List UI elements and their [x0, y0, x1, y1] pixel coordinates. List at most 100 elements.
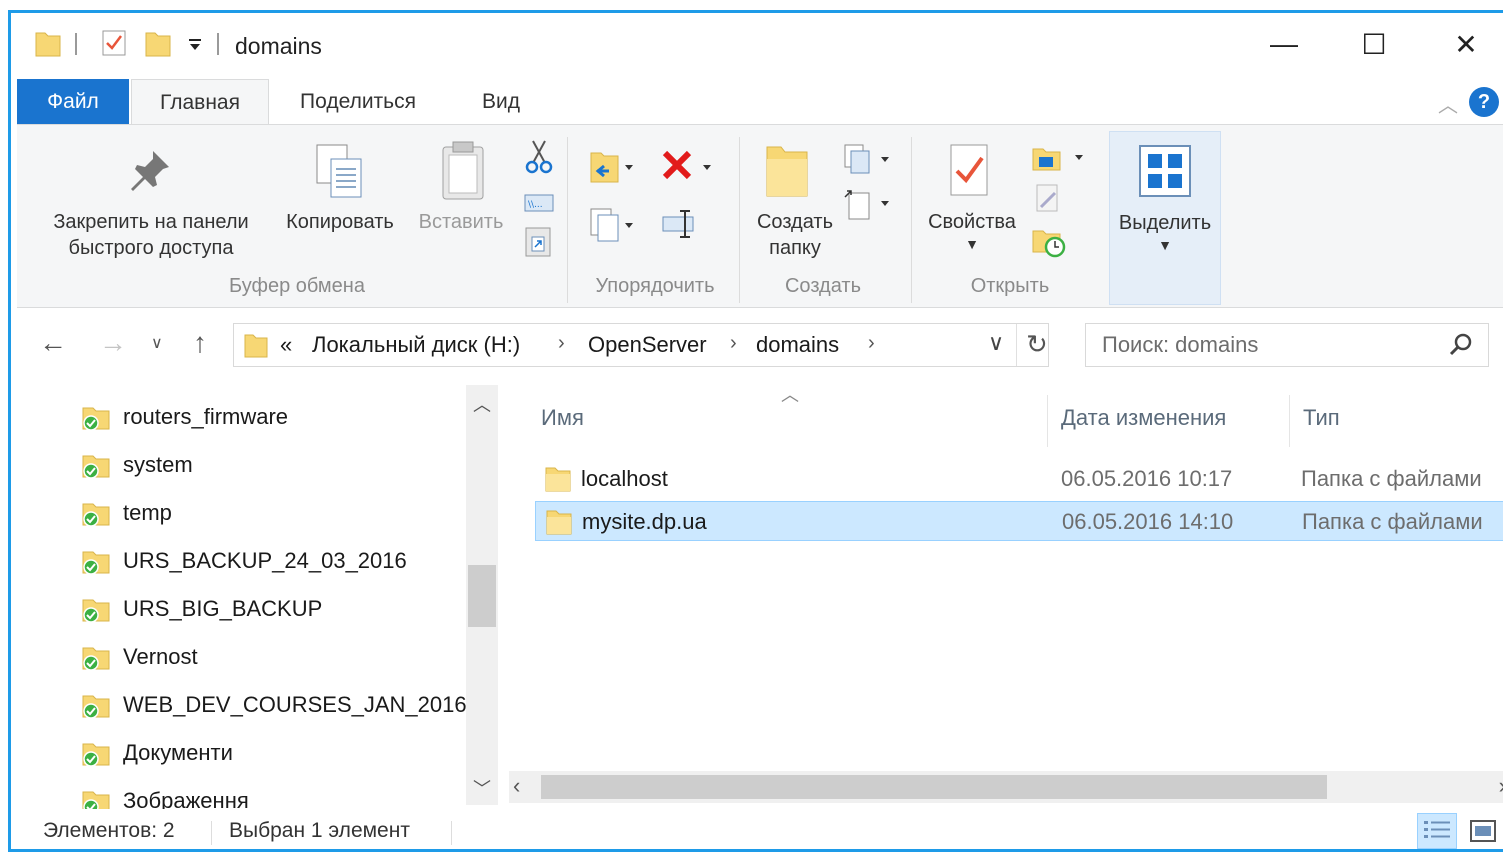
- scroll-up-icon[interactable]: ︿: [466, 391, 498, 417]
- select-group[interactable]: Выделить ▼: [1109, 131, 1221, 305]
- copy-button[interactable]: Копировать: [273, 209, 407, 235]
- nav-tree-item[interactable]: Vernost: [81, 637, 198, 677]
- nav-tree-item[interactable]: system: [81, 445, 193, 485]
- paste-button[interactable]: Вставить: [411, 209, 511, 235]
- horizontal-scrollbar[interactable]: ‹ ›: [509, 771, 1503, 803]
- file-row[interactable]: mysite.dp.ua 06.05.2016 14:10 Папка с файл…: [535, 501, 1503, 541]
- navigation-pane: routers_firmwaresystem temp URS_BACKUP_24_…: [11, 385, 499, 815]
- help-button[interactable]: ?: [1469, 87, 1499, 117]
- folder-icon[interactable]: [35, 29, 61, 57]
- file-list: ︿ Имя Дата изменения Тип localhost 06.05.…: [507, 375, 1503, 815]
- history-icon[interactable]: [1031, 225, 1067, 259]
- close-button[interactable]: ✕: [1429, 21, 1503, 67]
- scroll-down-icon[interactable]: ﹀: [466, 775, 498, 801]
- pin-quick-access-button[interactable]: Закрепить на панели быстрого доступа: [33, 209, 269, 261]
- breadcrumb-overflow[interactable]: «: [280, 332, 292, 358]
- easy-access-icon[interactable]: [843, 187, 893, 221]
- nav-vertical-scrollbar[interactable]: ︿ ﹀: [466, 385, 498, 805]
- rename-icon[interactable]: [661, 207, 701, 241]
- tab-share[interactable]: Поделиться: [283, 79, 433, 125]
- file-type: Папка с файлами: [1302, 509, 1483, 534]
- synced-folder-icon: [82, 695, 110, 719]
- file-row[interactable]: localhost 06.05.2016 10:17 Папка с файлами: [535, 459, 1503, 499]
- minimize-button[interactable]: —: [1247, 21, 1321, 67]
- delete-icon[interactable]: [661, 149, 715, 187]
- address-dropdown-icon[interactable]: ∨: [988, 330, 1004, 356]
- large-icons-view-button[interactable]: [1463, 813, 1503, 849]
- copy-to-icon[interactable]: [589, 205, 635, 245]
- scroll-right-icon[interactable]: ›: [1499, 773, 1503, 799]
- new-item-icon[interactable]: [843, 143, 893, 177]
- open-icon[interactable]: [1031, 143, 1087, 173]
- nav-tree-item[interactable]: Документи: [81, 733, 233, 773]
- pin-label-line1: Закрепить на панели: [53, 211, 249, 233]
- select-icon: [1139, 145, 1191, 197]
- clipboard-group-label: Буфер обмена: [229, 275, 365, 297]
- new-folder-button[interactable]: Создать папку: [739, 209, 851, 261]
- folder-icon: [545, 467, 571, 492]
- move-to-icon[interactable]: [589, 147, 635, 187]
- edit-icon[interactable]: [1031, 183, 1065, 215]
- details-view-button[interactable]: [1417, 813, 1457, 849]
- column-header-date[interactable]: Дата изменения: [1061, 405, 1226, 431]
- pin-icon[interactable]: [125, 147, 173, 195]
- customize-toolbar-icon[interactable]: [187, 37, 203, 53]
- properties-icon[interactable]: [947, 141, 991, 199]
- breadcrumb-separator[interactable]: ›: [868, 332, 875, 355]
- nav-tree-item[interactable]: WEB_DEV_COURSES_JAN_2016: [81, 685, 467, 725]
- file-type: Папка с файлами: [1301, 466, 1482, 491]
- paste-shortcut-icon[interactable]: [523, 225, 553, 259]
- column-divider[interactable]: [1289, 395, 1290, 447]
- column-divider[interactable]: [1047, 395, 1048, 447]
- collapse-ribbon-icon[interactable]: ︿: [1438, 89, 1458, 118]
- new-folder-label-line2: папку: [769, 237, 821, 259]
- nav-tree-item[interactable]: URS_BACKUP_24_03_2016: [81, 541, 407, 581]
- properties-check-icon[interactable]: [101, 29, 127, 57]
- scroll-thumb[interactable]: [468, 565, 496, 627]
- column-header-name[interactable]: Имя: [541, 405, 584, 431]
- nav-item-label: URS_BIG_BACKUP: [123, 596, 323, 621]
- synced-folder-icon: [82, 599, 110, 623]
- new-folder-icon[interactable]: [145, 29, 171, 57]
- large-icons-view-icon: [1470, 820, 1496, 842]
- nav-item-label: WEB_DEV_COURSES_JAN_2016: [123, 692, 467, 717]
- breadcrumb-domains[interactable]: domains: [756, 332, 839, 358]
- refresh-icon[interactable]: ↻: [1026, 329, 1048, 360]
- copy-icon[interactable]: [313, 141, 365, 201]
- breadcrumb-separator[interactable]: ›: [730, 332, 737, 355]
- explorer-window: domains — ☐ ✕ Файл Главная Поделиться Ви…: [8, 10, 1503, 852]
- forward-arrow-icon[interactable]: →: [99, 327, 127, 359]
- toolbar-separator: [217, 33, 219, 55]
- breadcrumb-drive[interactable]: Локальный диск (H:): [312, 332, 520, 358]
- back-arrow-icon[interactable]: ←: [39, 327, 67, 359]
- tab-home[interactable]: Главная: [131, 79, 269, 125]
- search-icon[interactable]: [1448, 332, 1474, 358]
- recent-locations-chevron-icon[interactable]: ∨: [151, 333, 163, 353]
- properties-dropdown-icon[interactable]: ▼: [923, 231, 1021, 257]
- nav-item-label: Документи: [123, 740, 233, 765]
- address-bar[interactable]: « Локальный диск (H:) › OpenServer › dom…: [233, 323, 1049, 367]
- column-header-type[interactable]: Тип: [1303, 405, 1340, 431]
- cut-icon[interactable]: [523, 139, 555, 175]
- ribbon-home: Закрепить на панели быстрого доступа Коп…: [17, 124, 1503, 308]
- synced-folder-icon: [81, 450, 111, 480]
- status-separator: [451, 821, 452, 845]
- synced-folder-icon: [81, 642, 111, 672]
- folder-icon: [546, 510, 572, 535]
- search-input[interactable]: Поиск: domains: [1085, 323, 1489, 367]
- paste-icon[interactable]: [439, 139, 487, 201]
- up-arrow-icon[interactable]: ↑: [193, 327, 207, 359]
- scroll-left-icon[interactable]: ‹: [513, 773, 520, 799]
- synced-folder-icon: [81, 690, 111, 720]
- copy-path-icon[interactable]: \\...: [523, 191, 555, 215]
- tab-view[interactable]: Вид: [459, 79, 543, 125]
- new-folder-icon[interactable]: [763, 141, 811, 201]
- nav-tree-item[interactable]: routers_firmware: [81, 397, 288, 437]
- breadcrumb-separator[interactable]: ›: [558, 332, 565, 355]
- nav-tree-item[interactable]: URS_BIG_BACKUP: [81, 589, 322, 629]
- scroll-thumb[interactable]: [541, 775, 1327, 799]
- maximize-button[interactable]: ☐: [1337, 21, 1411, 67]
- nav-tree-item[interactable]: temp: [81, 493, 172, 533]
- breadcrumb-openserver[interactable]: OpenServer: [588, 332, 707, 358]
- tab-file[interactable]: Файл: [17, 79, 129, 125]
